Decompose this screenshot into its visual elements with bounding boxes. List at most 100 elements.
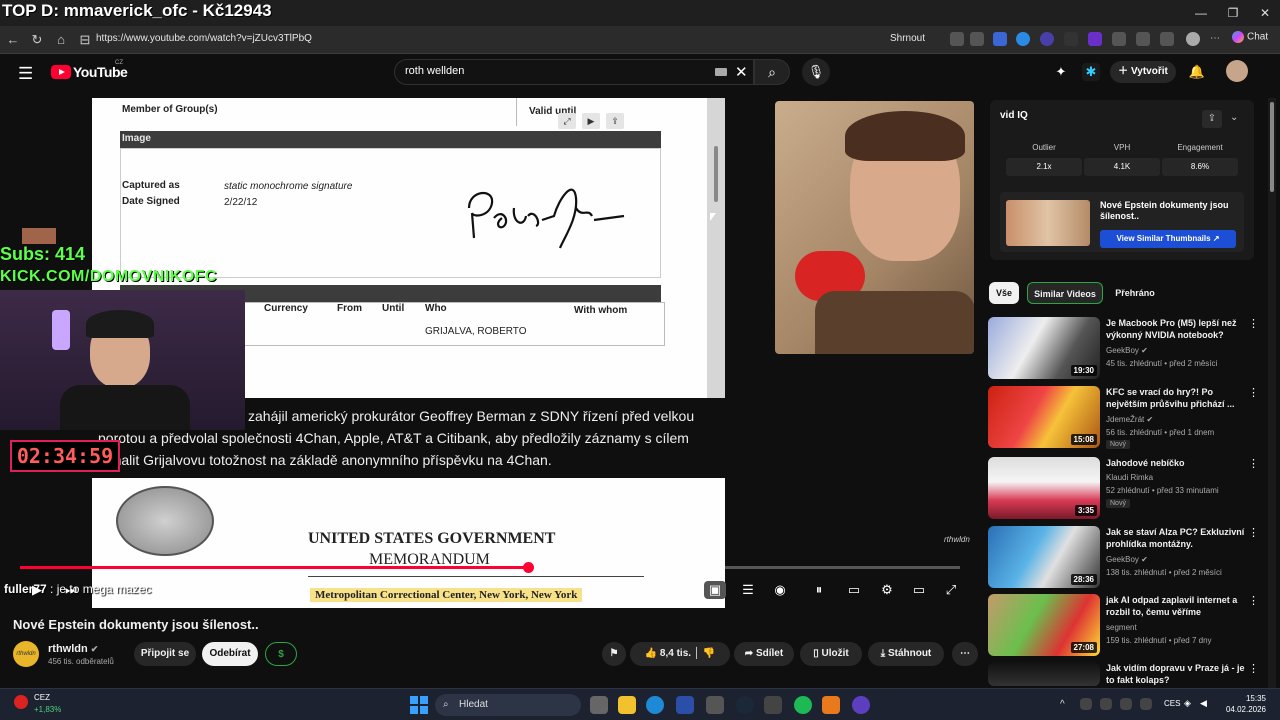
tray-chevron-icon[interactable]: ^ (1060, 699, 1065, 710)
tray-icon[interactable] (1120, 698, 1132, 710)
vidiq-overlay-icon[interactable]: ▣ (704, 581, 726, 599)
minimize-icon[interactable]: — (1186, 4, 1216, 22)
app-icon[interactable] (676, 696, 694, 714)
thanks-dollar-icon[interactable]: $ (265, 642, 297, 666)
sync-icon[interactable] (1112, 32, 1126, 46)
steam-icon[interactable] (736, 696, 754, 714)
youtube-logo-icon[interactable] (51, 65, 71, 79)
app-icon[interactable] (764, 696, 782, 714)
save-button[interactable]: ▯ Uložit (800, 642, 862, 666)
recommendation-title[interactable]: KFC se vrací do hry?! Po největším průšv… (1106, 386, 1246, 410)
more-options-icon[interactable]: ⋮ (1248, 386, 1259, 399)
next-icon[interactable]: ⏭ (60, 581, 82, 599)
summarize-button[interactable]: Shrnout (890, 33, 925, 44)
video-progress-bar[interactable] (20, 562, 960, 573)
app-icon[interactable] (852, 696, 870, 714)
join-button[interactable]: Připojit se (134, 642, 196, 666)
tray-icon[interactable] (1080, 698, 1092, 710)
tray-icon[interactable] (1100, 698, 1112, 710)
spotify-icon[interactable] (794, 696, 812, 714)
copilot-chat-button[interactable]: Chat (1232, 31, 1268, 43)
file-explorer-icon[interactable] (618, 696, 636, 714)
taskbar-clock[interactable]: 15:35 04.02.2026 (1220, 693, 1266, 715)
taskbar-search[interactable]: ⌕ Hledat (435, 694, 581, 716)
search-box[interactable]: roth wellden ✕ (394, 59, 754, 85)
thumbs-down-icon[interactable]: 👎 (703, 648, 715, 659)
screenshot-camera-icon[interactable]: ◉ (769, 581, 791, 599)
vidiq-icon[interactable]: ✱ (1082, 63, 1100, 81)
page-scroll-thumb[interactable] (1270, 102, 1274, 192)
site-info-icon[interactable]: ⊟ (76, 31, 94, 49)
like-button[interactable]: 👍 8,4 tis. │ 👎 (630, 642, 730, 666)
extension-icon[interactable] (993, 32, 1007, 46)
maximize-icon[interactable]: ❐ (1218, 4, 1248, 22)
favorites-icon[interactable] (1160, 32, 1174, 46)
reload-icon[interactable]: ↻ (28, 31, 46, 49)
recommendation-title[interactable]: jak AI odpad zaplavil internet a rozbil … (1106, 594, 1246, 618)
profile-icon[interactable] (1186, 32, 1200, 46)
extension-icon[interactable] (1016, 32, 1030, 46)
recommendation-thumbnail[interactable]: 28:36 (988, 526, 1100, 588)
search-input[interactable]: roth wellden (405, 65, 464, 77)
clear-search-icon[interactable]: ✕ (735, 63, 748, 81)
recommendation-thumbnail[interactable]: 3:35 (988, 457, 1100, 519)
notifications-bell-icon[interactable]: 🔔 (1188, 63, 1206, 81)
chip-similar-videos[interactable]: Similar Videos (1027, 282, 1103, 304)
chip-all[interactable]: Vše (989, 282, 1019, 304)
read-aloud-icon[interactable] (950, 32, 964, 46)
recommendation-item[interactable]: Jak vidím dopravu v Praze já - je to fak… (988, 662, 1260, 686)
extension-icon[interactable] (1040, 32, 1054, 46)
app-icon[interactable] (822, 696, 840, 714)
task-view-icon[interactable] (590, 696, 608, 714)
transcript-icon[interactable]: ☰ (737, 581, 759, 599)
recommendation-item[interactable]: 3:35 Jahodové nebíčko Klaudi Rimka 52 zh… (988, 457, 1260, 523)
edge-browser-icon[interactable] (646, 696, 664, 714)
language-indicator[interactable]: CES (1164, 699, 1180, 708)
recommendation-item[interactable]: 19:30 Je Macbook Pro (M5) lepší než výko… (988, 317, 1260, 383)
play-icon[interactable]: ▶ (26, 581, 48, 599)
extension-puzzle-icon[interactable]: ✦ (1052, 63, 1070, 81)
video-player[interactable]: Member of Group(s) Valid until ⤢ ▶ ⇪ Ima… (0, 98, 975, 608)
recommendation-title[interactable]: Je Macbook Pro (M5) lepší než výkonný NV… (1106, 317, 1246, 341)
visual-search-icon[interactable]: ▶ (582, 113, 600, 129)
create-button[interactable]: ＋ Vytvořit (1110, 61, 1176, 83)
channel-avatar[interactable]: rthwldn (13, 641, 39, 667)
download-button[interactable]: ⤓ Stáhnout (868, 642, 944, 666)
fullscreen-icon[interactable]: ⤢ (940, 581, 962, 599)
more-actions-icon[interactable]: ⋯ (952, 642, 978, 666)
url-field[interactable]: https://www.youtube.com/watch?v=jZUcv3Tl… (96, 33, 312, 44)
extension-icon[interactable] (1064, 32, 1078, 46)
app-icon[interactable] (706, 696, 724, 714)
tray-icon[interactable] (1140, 698, 1152, 710)
share-button[interactable]: ➦ Sdílet (734, 642, 794, 666)
subscribe-button[interactable]: Odebírat (202, 642, 258, 666)
voice-search-button[interactable]: 🎙 (802, 58, 830, 86)
search-button[interactable]: ⌕ (754, 59, 790, 85)
view-similar-thumbnails-button[interactable]: View Similar Thumbnails ↗ (1100, 230, 1236, 248)
youtube-logo-text[interactable]: YouTube (73, 64, 128, 80)
export-icon[interactable]: ⇪ (1202, 110, 1222, 128)
stock-widget-icon[interactable] (14, 695, 28, 709)
recommendation-thumbnail[interactable] (988, 662, 1100, 686)
subtitles-icon[interactable]: ▭ (843, 581, 865, 599)
volume-icon[interactable]: ◀ (1200, 698, 1212, 710)
favorite-star-icon[interactable] (970, 32, 984, 46)
close-window-icon[interactable]: ✕ (1250, 4, 1280, 22)
recommendation-channel[interactable]: segment (1106, 623, 1137, 632)
recommendation-thumbnail[interactable]: 27:08 (988, 594, 1100, 656)
autoplay-toggle-icon[interactable]: ⏸ (808, 581, 830, 599)
menu-dots-icon[interactable]: ⋯ (1210, 32, 1224, 46)
collapse-chevron-icon[interactable]: ⌄ (1230, 112, 1238, 123)
home-icon[interactable]: ⌂ (52, 31, 70, 49)
split-screen-icon[interactable] (1136, 32, 1150, 46)
theater-mode-icon[interactable]: ▭ (908, 581, 930, 599)
recommendation-title[interactable]: Jak vidím dopravu v Praze já - je to fak… (1106, 662, 1246, 686)
recommendation-channel[interactable]: GeekBoy ✔ (1106, 346, 1148, 355)
keyboard-icon[interactable] (715, 68, 727, 76)
more-options-icon[interactable]: ⋮ (1248, 662, 1259, 675)
extension-icon[interactable] (1088, 32, 1102, 46)
more-options-icon[interactable]: ⋮ (1248, 457, 1259, 470)
recommendation-channel[interactable]: JdemeŽrát ✔ (1106, 415, 1153, 424)
resize-icon[interactable]: ⤢ (558, 113, 576, 129)
back-icon[interactable]: ← (4, 31, 22, 49)
